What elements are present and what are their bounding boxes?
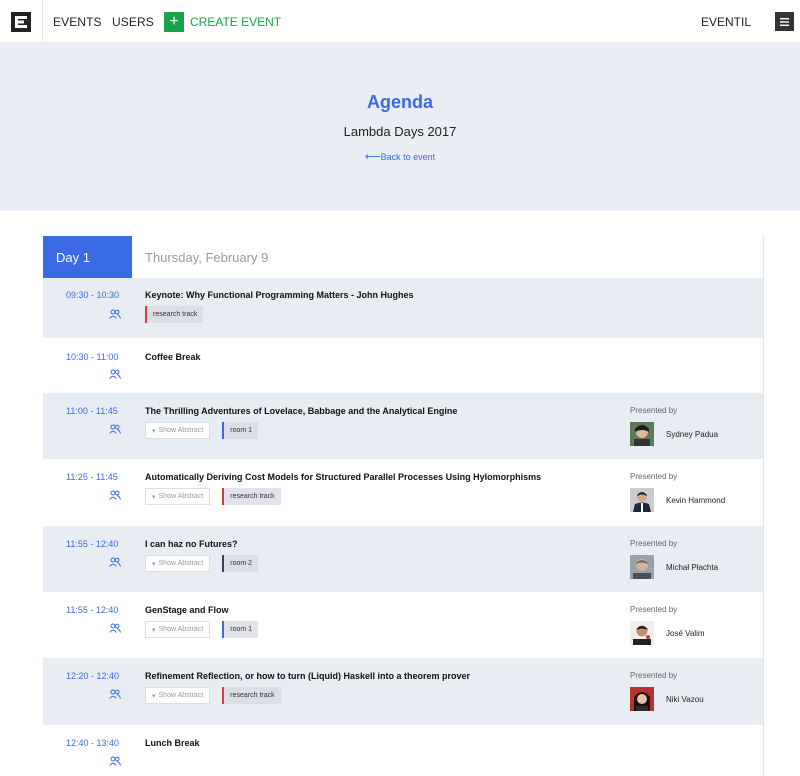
track-tag[interactable]: research track [222, 488, 281, 505]
session-row: 12:20 - 12:40 Refinement Reflection, or … [43, 658, 763, 725]
day-date: Thursday, February 9 [145, 249, 269, 265]
session-row: 11:25 - 11:45 Automatically Deriving Cos… [43, 459, 763, 526]
speaker[interactable]: Michał Płachta [630, 555, 718, 579]
session-time: 10:30 - 11:00 [66, 352, 119, 362]
session-time: 12:40 - 13:40 [66, 738, 120, 748]
session-title[interactable]: I can haz no Futures? [145, 539, 238, 549]
chevron-down-icon: ▾ [152, 560, 156, 568]
presented-by-label: Presented by [630, 406, 678, 415]
session-row: 09:30 - 10:30 Keynote: Why Functional Pr… [43, 278, 763, 338]
day-header: Day 1 Thursday, February 9 [43, 236, 763, 278]
presented-by-label: Presented by [630, 671, 678, 680]
avatar [630, 422, 654, 446]
speaker-name: José Valim [666, 628, 705, 638]
attendees-icon[interactable] [109, 557, 121, 567]
session-time: 12:20 - 12:40 [66, 671, 120, 681]
show-abstract-label: Show Abstract [158, 560, 204, 567]
speaker[interactable]: José Valim [630, 621, 705, 645]
speaker-name: Michał Płachta [666, 562, 719, 572]
plus-icon: + [164, 12, 184, 32]
session-title[interactable]: Lunch Break [145, 738, 200, 748]
attendees-icon[interactable] [109, 689, 121, 699]
attendees-icon[interactable] [109, 309, 121, 319]
session-title[interactable]: The Thrilling Adventures of Lovelace, Ba… [145, 406, 457, 416]
back-to-event-link[interactable]: ⟵Back to event [0, 150, 800, 163]
speaker-name: Kevin Hammond [666, 495, 726, 505]
session-row: 10:30 - 11:00 Coffee Break [43, 338, 763, 393]
chevron-down-icon: ▾ [152, 626, 156, 634]
nav-users-link[interactable]: USERS [112, 0, 154, 43]
page-title: Agenda [366, 92, 433, 112]
avatar [630, 621, 654, 645]
session-tags: research track [145, 306, 204, 323]
session-tags: ▾ Show Abstract room 1 [145, 422, 259, 439]
speaker-name: Sydney Padua [666, 429, 719, 439]
session-tags: ▾ Show Abstract room 1 [145, 621, 259, 638]
presented-by-label: Presented by [630, 539, 678, 548]
session-time: 11:00 - 11:45 [66, 406, 118, 416]
session-title[interactable]: GenStage and Flow [145, 605, 229, 615]
session-time: 09:30 - 10:30 [66, 290, 120, 300]
attendees-icon[interactable] [109, 369, 121, 379]
day-tab[interactable]: Day 1 [43, 236, 132, 278]
session-tags: ▾ Show Abstract research track [145, 488, 281, 505]
attendees-icon[interactable] [109, 756, 121, 766]
presented-by-label: Presented by [630, 605, 678, 614]
session-title[interactable]: Keynote: Why Functional Programming Matt… [145, 290, 414, 300]
show-abstract-button[interactable]: ▾ Show Abstract [145, 488, 211, 505]
chevron-down-icon: ▾ [152, 427, 156, 435]
track-tag[interactable]: room 1 [222, 422, 259, 439]
chevron-down-icon: ▾ [152, 493, 156, 501]
track-tag[interactable]: room 1 [222, 621, 259, 638]
agenda-hero: Agenda Lambda Days 2017 ⟵Back to event [0, 43, 800, 211]
attendees-icon[interactable] [109, 424, 121, 434]
agenda-schedule: Day 1 Thursday, February 9 09:30 - 10:30… [43, 236, 764, 776]
presented-by-label: Presented by [630, 472, 678, 481]
show-abstract-button[interactable]: ▾ Show Abstract [145, 621, 211, 638]
create-event-label: CREATE EVENT [190, 15, 282, 29]
session-time: 11:55 - 12:40 [66, 539, 119, 549]
show-abstract-label: Show Abstract [158, 493, 204, 500]
session-title[interactable]: Refinement Reflection, or how to turn (L… [145, 671, 470, 681]
create-event-button[interactable]: + CREATE EVENT [164, 12, 281, 32]
back-to-event-label: Back to event [380, 152, 436, 162]
session-row: 11:00 - 11:45 The Thrilling Adventures o… [43, 393, 763, 459]
track-tag[interactable]: research track [145, 306, 204, 323]
show-abstract-label: Show Abstract [158, 626, 204, 633]
show-abstract-button[interactable]: ▾ Show Abstract [145, 422, 211, 439]
session-time: 11:55 - 12:40 [66, 605, 119, 615]
nav-events-link[interactable]: EVENTS [53, 0, 102, 43]
avatar [630, 488, 654, 512]
avatar [630, 687, 654, 711]
session-title[interactable]: Automatically Deriving Cost Models for S… [145, 472, 541, 482]
track-tag[interactable]: research track [222, 687, 281, 704]
session-tags: ▾ Show Abstract research track [145, 687, 281, 704]
speaker[interactable]: Sydney Padua [630, 422, 718, 446]
track-tag[interactable]: room 2 [222, 555, 259, 572]
show-abstract-label: Show Abstract [158, 427, 204, 434]
speaker[interactable]: Kevin Hammond [630, 488, 725, 512]
session-title[interactable]: Coffee Break [145, 352, 201, 362]
show-abstract-label: Show Abstract [158, 692, 204, 699]
session-row: 11:55 - 12:40 GenStage and Flow ▾ Show Ab… [43, 592, 763, 658]
top-navigation-bar: EVENTS USERS + CREATE EVENT EVENTIL [0, 0, 800, 43]
attendees-icon[interactable] [109, 623, 121, 633]
session-row: 11:55 - 12:40 I can haz no Futures? ▾ Sho… [43, 526, 763, 592]
brand-link[interactable]: EVENTIL [701, 0, 751, 43]
chevron-down-icon: ▾ [152, 692, 156, 700]
arrow-left-icon: ⟵ [364, 151, 381, 163]
eventil-logo-icon[interactable] [0, 0, 43, 43]
show-abstract-button[interactable]: ▾ Show Abstract [145, 687, 211, 704]
session-time: 11:25 - 11:45 [66, 472, 118, 482]
event-name: Lambda Days 2017 [343, 124, 457, 139]
session-row: 12:40 - 13:40 Lunch Break [43, 725, 763, 776]
session-tags: ▾ Show Abstract room 2 [145, 555, 259, 572]
avatar [630, 555, 654, 579]
hamburger-menu-icon[interactable] [775, 12, 794, 31]
speaker-name: Niki Vazou [666, 694, 704, 704]
attendees-icon[interactable] [109, 490, 121, 500]
speaker[interactable]: Niki Vazou [630, 687, 704, 711]
show-abstract-button[interactable]: ▾ Show Abstract [145, 555, 211, 572]
